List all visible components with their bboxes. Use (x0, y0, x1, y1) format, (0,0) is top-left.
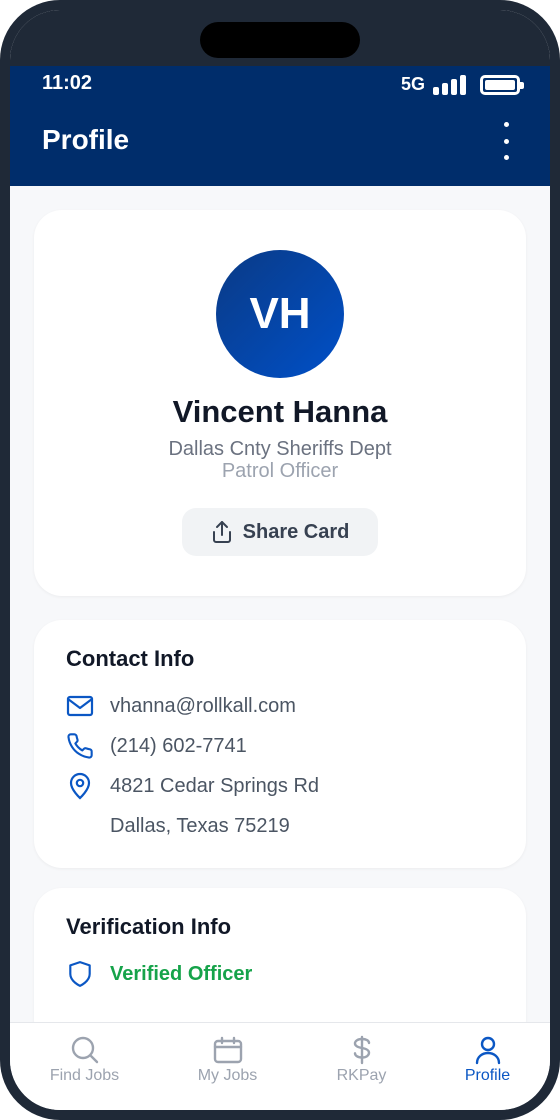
phone-row[interactable]: (214) 602-7741 (66, 732, 247, 760)
mail-icon (66, 692, 94, 720)
email-value: vhanna@rollkall.com (110, 694, 296, 717)
profile-name: Vincent Hanna (172, 394, 388, 429)
network-type: 5G (400, 74, 425, 94)
phone-icon (66, 732, 94, 760)
phone-frame: 11:02 5G Profile VH Vincent Hanna Dallas… (0, 0, 560, 1120)
contact-info-title: Contact Info (66, 646, 195, 671)
share-card-button[interactable]: Share Card (182, 508, 378, 556)
search-icon (71, 1036, 98, 1064)
tab-label: Find Jobs (49, 1067, 120, 1084)
address-row[interactable]: 4821 Cedar Springs Rd (66, 772, 319, 800)
share-icon (212, 521, 231, 543)
address-line2-row: Dallas, Texas 75219 (66, 812, 290, 840)
signal-icon (433, 74, 466, 95)
shield-icon (66, 960, 94, 988)
contact-info-card: Contact Info vhanna@rollkall.com (214) 6… (34, 620, 526, 868)
profile-department: Dallas Cnty Sheriffs Dept (168, 438, 392, 460)
app-header: 11:02 5G Profile (10, 66, 550, 186)
address-line2: Dallas, Texas 75219 (110, 814, 290, 837)
share-card-label: Share Card (242, 520, 350, 543)
tab-label: RKPay (336, 1067, 387, 1084)
status-time: 11:02 (42, 72, 93, 94)
battery-icon (480, 74, 524, 95)
dollar-icon (353, 1035, 370, 1065)
verification-status: Verified Officer (110, 962, 253, 985)
tab-profile[interactable]: Profile (420, 1035, 550, 1085)
tab-find-jobs[interactable]: Find Jobs (17, 1035, 152, 1085)
location-pin-icon (66, 772, 94, 800)
more-vertical-icon (503, 122, 509, 127)
profile-rank: Patrol Officer (221, 460, 339, 482)
user-icon (475, 1036, 500, 1065)
page-title: Profile (42, 124, 130, 155)
address-line1: 4821 Cedar Springs Rd (110, 774, 320, 797)
email-row[interactable]: vhanna@rollkall.com (66, 692, 296, 720)
verification-row: Verified Officer (66, 960, 252, 988)
notch-area (10, 10, 550, 66)
phone-value: (214) 602-7741 (110, 734, 247, 757)
avatar: VH (216, 250, 344, 378)
profile-card: VH Vincent Hanna Dallas Cnty Sheriffs De… (34, 210, 526, 596)
screen: 11:02 5G Profile VH Vincent Hanna Dallas… (10, 10, 550, 1110)
verification-info-title: Verification Info (66, 914, 232, 939)
more-options-button[interactable] (498, 122, 514, 160)
status-indicators: 5G (400, 74, 524, 95)
tab-rkpay[interactable]: RKPay (294, 1035, 429, 1085)
dynamic-island (200, 22, 360, 58)
calendar-icon (213, 1036, 242, 1064)
tab-my-jobs[interactable]: My Jobs (160, 1035, 295, 1085)
bottom-tab-bar: Find Jobs My Jobs RKPay Profile (10, 1022, 550, 1110)
tab-label: Profile (464, 1067, 511, 1084)
tab-label: My Jobs (197, 1067, 258, 1084)
